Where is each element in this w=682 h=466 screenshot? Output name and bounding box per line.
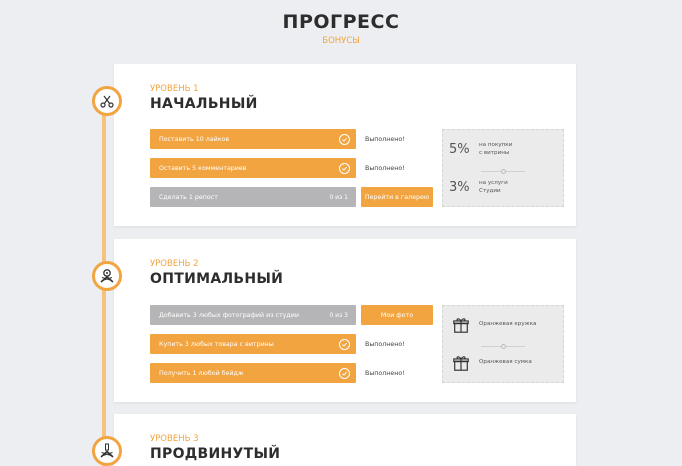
check-icon — [339, 367, 350, 379]
divider-dot-icon — [501, 344, 506, 349]
gift-icon — [443, 354, 479, 372]
level-card-1: УРОВЕНЬ 1 НАЧАЛЬНЫЙ Поставить 10 лайков … — [114, 64, 576, 226]
level-label: УРОВЕНЬ 1 — [150, 84, 199, 94]
task-item: Купить 3 любых товара с витрины — [150, 334, 356, 354]
reward-text: Оранжевая сумка — [479, 359, 532, 366]
task-count: 0 из 3 — [329, 311, 348, 319]
task-status: Выполнено! — [365, 370, 405, 377]
reward-text: на покупки с витрины — [479, 142, 513, 156]
level-1-node — [92, 86, 122, 116]
reward-item: Оранжевая сумка — [443, 354, 563, 372]
level-name: ОПТИМАЛЬНЫЙ — [150, 271, 284, 287]
crossed-scissors-icon — [99, 443, 115, 459]
reward-item: 3% на услуги Студии — [443, 180, 563, 195]
reward-value: 3% — [449, 180, 470, 195]
task-status: Выполнено! — [365, 341, 405, 348]
task-status: Выполнено! — [365, 136, 405, 143]
reward-value: 5% — [449, 142, 470, 157]
divider-dot-icon — [501, 169, 506, 174]
task-label: Получить 1 любой бейдж — [159, 369, 244, 377]
reward-item: 5% на покупки с витрины — [443, 142, 563, 157]
level-label: УРОВЕНЬ 2 — [150, 259, 199, 269]
level-card-2: УРОВЕНЬ 2 ОПТИМАЛЬНЫЙ Добавить 3 любых ф… — [114, 239, 576, 402]
task-label: Сделать 1 репост — [159, 193, 218, 201]
scissors-comb-icon — [99, 93, 115, 109]
task-label: Добавить 3 любых фотографий из студии — [159, 311, 299, 319]
task-label: Поставить 10 лайков — [159, 135, 230, 143]
rewards-panel: 5% на покупки с витрины 3% на услуги Сту… — [442, 129, 564, 207]
level-card-3: УРОВЕНЬ 3 ПРОДВИНУТЫЙ — [114, 414, 576, 466]
reward-text: на услуги Студии — [479, 180, 508, 194]
task-item: Добавить 3 любых фотографий из студии 0 … — [150, 305, 356, 325]
reward-item: Оранжевая кружка — [443, 316, 563, 334]
reward-text: Оранжевая кружка — [479, 321, 537, 328]
level-name: НАЧАЛЬНЫЙ — [150, 96, 258, 112]
task-label: Оставить 5 комментариев — [159, 164, 247, 172]
task-label: Купить 3 любых товара с витрины — [159, 340, 274, 348]
task-item: Получить 1 любой бейдж — [150, 363, 356, 383]
task-item: Оставить 5 комментариев — [150, 158, 356, 178]
task-item: Поставить 10 лайков — [150, 129, 356, 149]
task-status: Выполнено! — [365, 165, 405, 172]
level-2-node — [92, 261, 122, 291]
page-title: ПРОГРЕСС — [282, 11, 400, 33]
level-name: ПРОДВИНУТЫЙ — [150, 446, 281, 462]
check-icon — [339, 162, 350, 174]
task-item: Сделать 1 репост 0 из 1 — [150, 187, 356, 207]
level-3-node — [92, 436, 122, 466]
gift-icon — [443, 316, 479, 334]
page-subtitle: БОНУСЫ — [322, 36, 360, 46]
go-to-gallery-button[interactable]: Перейти в галерею — [361, 187, 433, 207]
check-icon — [339, 133, 350, 145]
check-icon — [339, 338, 350, 350]
level-label: УРОВЕНЬ 3 — [150, 434, 199, 444]
my-photos-button[interactable]: Мои фото — [361, 305, 433, 325]
rewards-panel: Оранжевая кружка Оранжевая сумка — [442, 305, 564, 383]
crossed-tools-icon — [99, 268, 115, 284]
task-count: 0 из 1 — [329, 193, 348, 201]
